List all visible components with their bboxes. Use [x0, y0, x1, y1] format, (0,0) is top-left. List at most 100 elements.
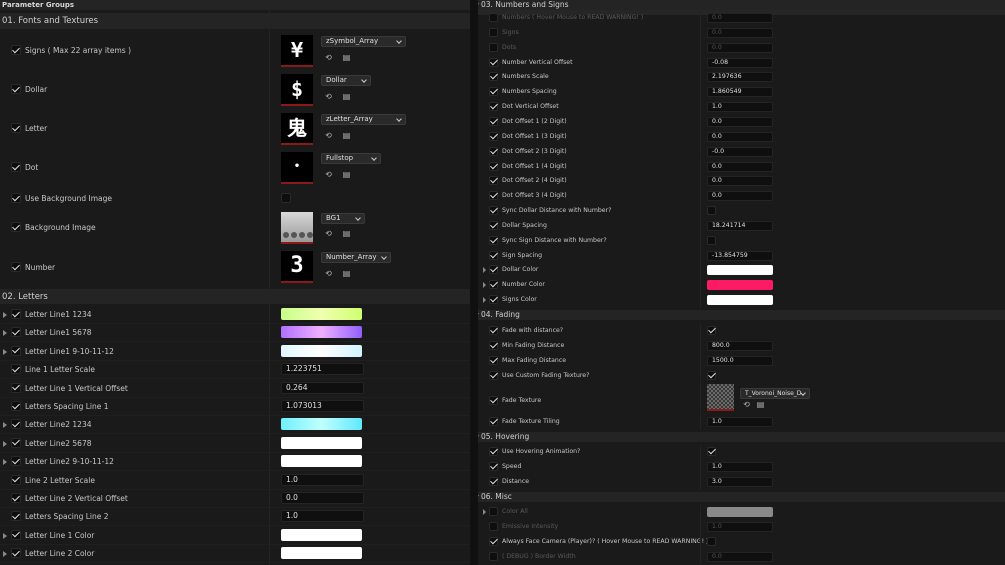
asset-dropdown[interactable]: Dollar — [321, 75, 371, 86]
reset-arrow-icon[interactable]: ⟲ — [742, 400, 751, 409]
color-swatch[interactable] — [281, 418, 362, 431]
numeric-field[interactable]: 1.223751 — [281, 363, 364, 376]
expand-arrow-icon[interactable] — [3, 440, 7, 447]
enable-checkbox[interactable] — [11, 382, 21, 393]
enable-checkbox[interactable] — [489, 235, 498, 245]
browse-folder-icon[interactable]: ▤ — [756, 400, 765, 409]
enable-checkbox[interactable] — [489, 326, 498, 335]
enable-checkbox[interactable] — [489, 27, 498, 37]
numeric-field[interactable]: 18.241714 — [707, 220, 773, 231]
numeric-field[interactable]: 1.0 — [281, 510, 364, 523]
category-header[interactable]: 06. Misc — [478, 492, 1005, 502]
category-letters[interactable]: 02. Letters — [0, 289, 470, 304]
browse-folder-icon[interactable]: ▤ — [342, 131, 351, 140]
category-header[interactable]: 04. Fading — [478, 310, 1005, 320]
enable-checkbox[interactable] — [11, 193, 21, 203]
color-swatch[interactable] — [281, 344, 362, 357]
color-swatch[interactable] — [707, 507, 773, 517]
browse-folder-icon[interactable]: ▤ — [342, 229, 351, 238]
enable-checkbox[interactable] — [11, 345, 21, 356]
enable-checkbox[interactable] — [11, 548, 21, 559]
panel-divider[interactable] — [470, 0, 478, 565]
color-swatch[interactable] — [281, 326, 362, 339]
expand-arrow-icon[interactable] — [483, 282, 486, 289]
numeric-field[interactable]: 0.0 — [707, 116, 773, 127]
numeric-field[interactable]: 0.0 — [707, 161, 773, 172]
enable-checkbox[interactable] — [489, 295, 498, 305]
reset-arrow-icon[interactable]: ⟲ — [324, 170, 333, 179]
numeric-field[interactable]: 1.860549 — [707, 87, 773, 98]
reset-arrow-icon[interactable]: ⟲ — [324, 92, 333, 101]
numeric-field[interactable]: 0.0 — [281, 492, 364, 504]
enable-checkbox[interactable] — [11, 456, 21, 467]
enable-checkbox[interactable] — [489, 116, 498, 126]
numeric-field[interactable]: 0.0 — [707, 131, 773, 142]
texture-thumbnail[interactable]: 鬼 — [281, 113, 313, 145]
enable-checkbox[interactable] — [489, 355, 498, 365]
enable-checkbox[interactable] — [489, 131, 498, 141]
enable-checkbox[interactable] — [489, 176, 498, 186]
expand-arrow-icon[interactable] — [3, 459, 7, 466]
value-checkbox[interactable] — [707, 206, 716, 216]
collapse-arrow-icon[interactable] — [478, 495, 479, 499]
asset-dropdown[interactable]: BG1 — [321, 213, 365, 224]
enable-checkbox[interactable] — [489, 340, 498, 350]
enable-checkbox[interactable] — [489, 280, 498, 290]
reset-arrow-icon[interactable]: ⟲ — [324, 269, 333, 278]
enable-checkbox[interactable] — [11, 84, 21, 94]
enable-checkbox[interactable] — [11, 474, 21, 485]
numeric-field[interactable]: -0.0 — [707, 146, 773, 157]
numeric-field[interactable]: -0.08 — [707, 57, 773, 68]
color-swatch[interactable] — [281, 436, 362, 449]
value-checkbox[interactable] — [707, 235, 716, 245]
enable-checkbox[interactable] — [11, 222, 21, 232]
enable-checkbox[interactable] — [489, 417, 498, 426]
enable-checkbox[interactable] — [11, 511, 21, 522]
enable-checkbox[interactable] — [489, 206, 498, 216]
enable-checkbox[interactable] — [11, 45, 21, 55]
browse-folder-icon[interactable]: ▤ — [342, 269, 351, 278]
reset-arrow-icon[interactable]: ⟲ — [324, 131, 333, 140]
enable-checkbox[interactable] — [11, 419, 21, 430]
value-checkbox[interactable] — [707, 370, 716, 380]
numeric-field[interactable]: 0.0 — [707, 13, 773, 23]
asset-dropdown[interactable]: Number_Array — [321, 252, 391, 263]
asset-dropdown[interactable]: zLetter_Array — [321, 114, 406, 125]
color-swatch[interactable] — [281, 528, 362, 541]
enable-checkbox[interactable] — [489, 191, 498, 201]
numeric-field[interactable]: 1500.0 — [707, 355, 773, 366]
numeric-field[interactable]: 0.0 — [707, 191, 773, 202]
enable-checkbox[interactable] — [489, 42, 498, 52]
numeric-field[interactable]: 0.0 — [707, 27, 773, 38]
numeric-field[interactable]: -13.854759 — [707, 250, 773, 261]
enable-checkbox[interactable] — [489, 146, 498, 156]
enable-checkbox[interactable] — [11, 437, 21, 448]
numeric-field[interactable]: 0.0 — [707, 176, 773, 187]
enable-checkbox[interactable] — [489, 13, 498, 22]
enable-checkbox[interactable] — [489, 551, 498, 561]
numeric-field[interactable]: 1.0 — [707, 461, 773, 472]
enable-checkbox[interactable] — [489, 220, 498, 230]
color-swatch[interactable] — [281, 547, 362, 560]
expand-arrow-icon[interactable] — [3, 330, 7, 337]
expand-arrow-icon[interactable] — [483, 267, 486, 274]
browse-folder-icon[interactable]: ▤ — [342, 92, 351, 101]
expand-arrow-icon[interactable] — [483, 509, 486, 515]
enable-checkbox[interactable] — [11, 364, 21, 375]
enable-checkbox[interactable] — [489, 461, 498, 471]
numeric-field[interactable]: 800.0 — [707, 340, 773, 351]
enable-checkbox[interactable] — [489, 521, 498, 531]
texture-thumbnail[interactable]: 3 — [281, 251, 313, 283]
color-swatch[interactable] — [281, 455, 362, 468]
enable-checkbox[interactable] — [489, 161, 498, 171]
collapse-arrow-icon[interactable] — [478, 313, 479, 317]
numeric-field[interactable]: 2.197636 — [707, 72, 773, 83]
expand-arrow-icon[interactable] — [3, 348, 7, 355]
collapse-arrow-icon[interactable] — [478, 3, 479, 7]
enable-checkbox[interactable] — [489, 396, 498, 405]
enable-checkbox[interactable] — [489, 102, 498, 112]
collapse-arrow-icon[interactable] — [478, 435, 479, 439]
enable-checkbox[interactable] — [489, 507, 498, 516]
texture-thumbnail[interactable]: • — [281, 152, 313, 184]
texture-thumbnail[interactable]: $ — [281, 74, 313, 106]
